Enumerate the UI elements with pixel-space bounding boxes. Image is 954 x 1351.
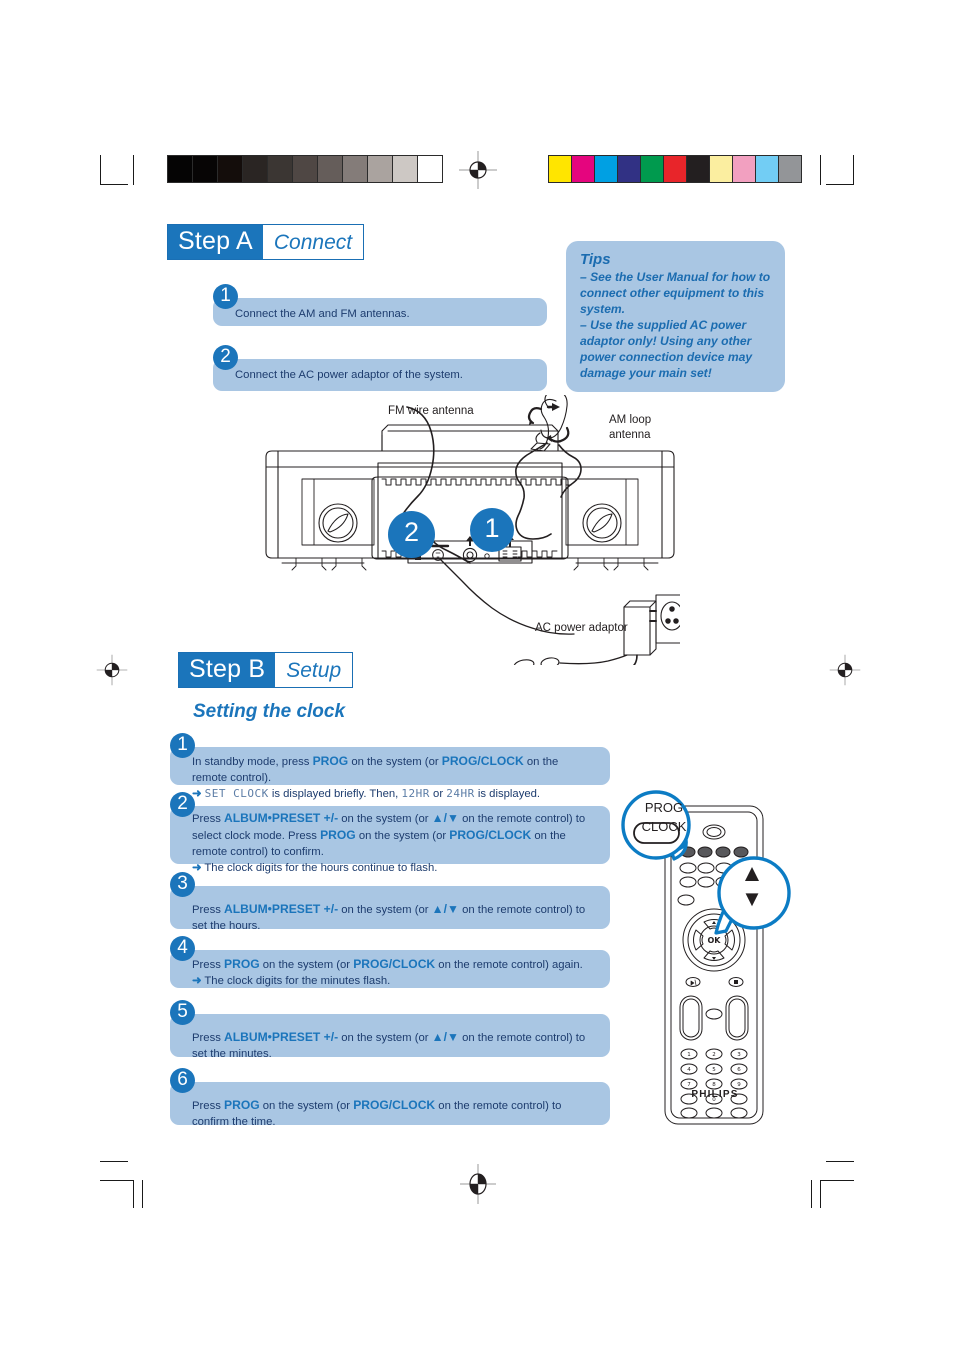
step-b-item-5-number: 5 — [170, 1000, 195, 1025]
t: on the system (or — [259, 959, 354, 971]
step-a-item-1-text: Connect the AM and FM antennas. — [235, 308, 410, 320]
t: PROG — [224, 1098, 260, 1112]
step-a-item-1-number: 1 — [213, 284, 238, 309]
callout-down-arrow-icon: ▼ — [726, 888, 778, 910]
remote-key-8: 8 — [712, 1082, 716, 1088]
t: ALBUM•PRESET +/- — [224, 1030, 339, 1044]
step-b-item-1-number: 1 — [170, 733, 195, 758]
down-glyph: ▼ — [741, 886, 763, 911]
step-b-item-6-text: Press PROG on the system (or PROG/CLOCK … — [170, 1068, 610, 1138]
remote-key-6: 6 — [737, 1067, 741, 1073]
step-b-item-3: 3 Press ALBUM•PRESET +/- on the system (… — [170, 872, 610, 932]
step-b-item-1: 1 In standby mode, press PROG on the sys… — [170, 733, 610, 800]
remote-key-1: 1 — [687, 1052, 691, 1058]
t: on the system (or — [355, 830, 450, 843]
step-b-item-4-result: The clock digits for the minutes flash. — [204, 975, 391, 988]
t: Press — [192, 959, 225, 971]
t: Press — [192, 1100, 225, 1112]
tips-box: Tips – See the User Manual for how to co… — [566, 241, 785, 392]
t: on the system (or — [338, 813, 432, 825]
tips-title: Tips — [580, 251, 611, 268]
remote-key-2: 2 — [712, 1052, 716, 1058]
t: PROG — [224, 957, 260, 971]
result-arrow-icon: ➜ — [192, 975, 202, 988]
t: ▲/▼ — [431, 1030, 459, 1044]
registration-target-right — [829, 654, 861, 686]
t: PROG/CLOCK — [441, 754, 524, 768]
t: ALBUM•PRESET +/- — [224, 811, 339, 825]
step-b-item-2-text: Press ALBUM•PRESET +/- on the system (or… — [170, 792, 610, 884]
step-b-item-5-text: Press ALBUM•PRESET +/- on the system (or… — [170, 1000, 610, 1070]
step-b-item-5: 5 Press ALBUM•PRESET +/- on the system (… — [170, 1000, 610, 1060]
t: Press — [192, 904, 225, 916]
callout-up-arrow-icon: ▲ — [726, 862, 778, 886]
diagram-callout-1: 1 — [470, 508, 514, 552]
step-a-header: Step A Connect — [167, 224, 365, 261]
step-b-header: Step B Setup — [178, 652, 354, 689]
step-b-item-4-number: 4 — [170, 936, 195, 961]
step-a-label: Step A — [168, 225, 263, 260]
remote-key-3: 3 — [737, 1052, 741, 1058]
step-a-subtitle: Connect — [262, 225, 364, 260]
t: In standby mode, press — [192, 756, 313, 768]
diagram-callout-2: 2 — [388, 511, 435, 558]
step-b-item-3-number: 3 — [170, 872, 195, 897]
step-b-item-6: 6 Press PROG on the system (or PROG/CLOC… — [170, 1068, 610, 1128]
remote-key-7: 7 — [687, 1082, 691, 1088]
t: on the system (or — [259, 1100, 354, 1112]
t: on the system (or — [338, 1032, 432, 1044]
step-b-item-2-number: 2 — [170, 792, 195, 817]
remote-key-5: 5 — [712, 1067, 716, 1073]
step-b-item-4-text: Press PROG on the system (or PROG/CLOCK … — [170, 936, 610, 997]
prog-text: PROG — [644, 800, 684, 815]
t: ▲/▼ — [431, 811, 459, 825]
step-b-item-4: 4 Press PROG on the system (or PROG/CLOC… — [170, 936, 610, 988]
t: PROG — [320, 828, 356, 843]
t: PROG/CLOCK — [353, 1098, 436, 1112]
registration-target-top — [459, 151, 497, 189]
remote-brand-label: PHILIPS — [660, 1089, 770, 1100]
t: on the system (or — [348, 756, 442, 768]
registration-target-bottom — [460, 1164, 496, 1204]
grey-calibration-bar — [167, 155, 443, 183]
step-b-label: Step B — [179, 653, 276, 688]
step-a-item-1: 1 Connect the AM and FM antennas. — [213, 284, 547, 326]
page-root: Step A Connect 1 Connect the AM and FM a… — [0, 0, 954, 1351]
t: ▲/▼ — [431, 902, 459, 916]
t: PROG/CLOCK — [353, 957, 436, 971]
t: PROG/CLOCK — [449, 828, 532, 843]
setting-the-clock-title: Setting the clock — [193, 701, 346, 722]
t: ALBUM•PRESET +/- — [224, 902, 339, 916]
step-a-item-2-text: Connect the AC power adaptor of the syst… — [235, 369, 463, 381]
step-a-item-2: 2 Connect the AC power adaptor of the sy… — [213, 345, 547, 391]
tips-line-1: – See the User Manual for how to connect… — [580, 270, 771, 317]
clock-text: CLOCK — [641, 819, 687, 834]
step-a-item-2-number: 2 — [213, 345, 238, 370]
tips-line-2: – Use the supplied AC power adaptor only… — [580, 318, 753, 381]
color-calibration-bar — [548, 155, 802, 183]
registration-target-left — [96, 654, 128, 686]
step-b-subtitle: Setup — [275, 653, 353, 688]
remote-key-4: 4 — [687, 1067, 691, 1073]
philips-wordmark: PHILIPS — [691, 1089, 739, 1100]
step-b-item-3-text: Press ALBUM•PRESET +/- on the system (or… — [170, 872, 610, 942]
callout-clock-label: CLOCK — [634, 819, 694, 834]
t: on the system (or — [338, 904, 432, 916]
t: Press — [192, 1032, 225, 1044]
step-b-item-6-number: 6 — [170, 1068, 195, 1093]
t: Press — [192, 813, 225, 825]
t: on the remote control) again. — [435, 959, 583, 971]
callout-prog-label: PROG — [634, 800, 694, 815]
remote-key-9: 9 — [737, 1082, 741, 1088]
t: PROG — [312, 754, 349, 768]
step-b-item-2: 2 Press ALBUM•PRESET +/- on the system (… — [170, 792, 610, 874]
up-glyph: ▲ — [740, 860, 764, 887]
